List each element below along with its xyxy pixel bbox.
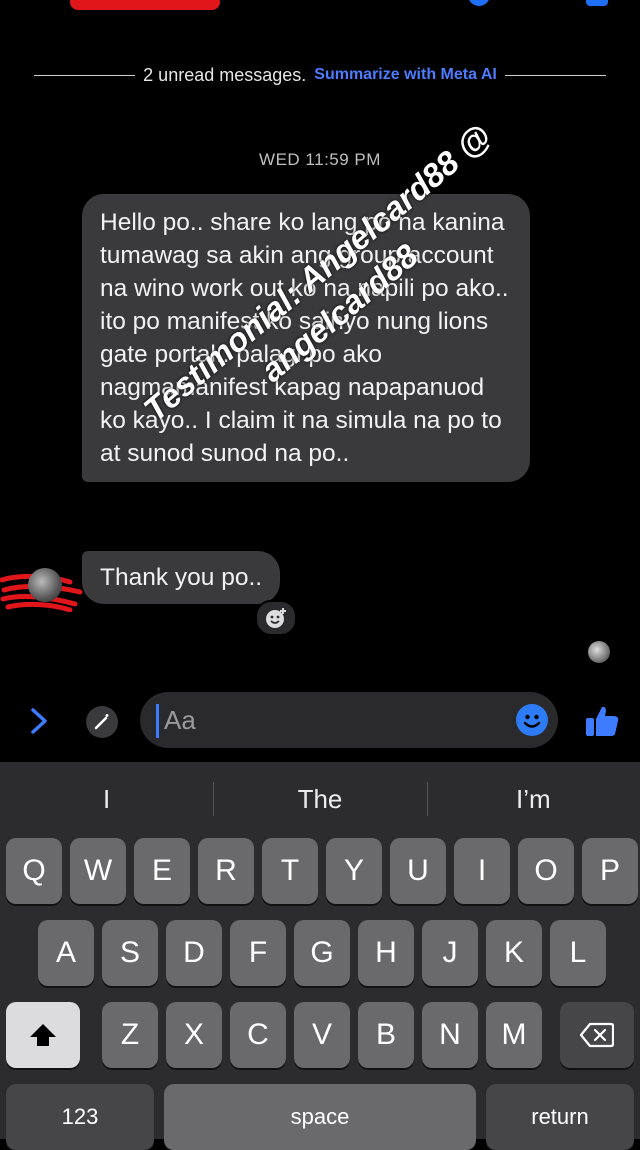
message-bubble[interactable]: Hello po.. share ko lang po na kanina tu… bbox=[82, 194, 530, 482]
key-t[interactable]: T bbox=[262, 838, 318, 904]
composer: Aa bbox=[0, 690, 640, 750]
key-s[interactable]: S bbox=[102, 920, 158, 986]
space-key[interactable]: space bbox=[164, 1084, 476, 1150]
key-v[interactable]: V bbox=[294, 1002, 350, 1068]
suggestion-item[interactable]: I bbox=[0, 762, 213, 836]
top-bar bbox=[0, 0, 640, 14]
keyboard: I The I’m 123 space return QWERTYUIOPASD… bbox=[0, 762, 640, 1150]
key-k[interactable]: K bbox=[486, 920, 542, 986]
message-input[interactable]: Aa bbox=[140, 692, 558, 748]
key-l[interactable]: L bbox=[550, 920, 606, 986]
magic-wand-icon[interactable] bbox=[86, 706, 118, 738]
add-reaction-icon[interactable] bbox=[255, 600, 297, 636]
divider-line bbox=[34, 74, 136, 76]
key-f[interactable]: F bbox=[230, 920, 286, 986]
key-w[interactable]: W bbox=[70, 838, 126, 904]
key-c[interactable]: C bbox=[230, 1002, 286, 1068]
suggestion-item[interactable]: I’m bbox=[426, 762, 640, 836]
unread-label: 2 unread messages. bbox=[143, 64, 307, 85]
read-receipt-avatar bbox=[588, 641, 610, 663]
chevron-right-icon[interactable] bbox=[26, 706, 52, 736]
suggestion-bar: I The I’m bbox=[0, 762, 640, 836]
backspace-icon bbox=[580, 1022, 614, 1048]
key-g[interactable]: G bbox=[294, 920, 350, 986]
key-o[interactable]: O bbox=[518, 838, 574, 904]
key-a[interactable]: A bbox=[38, 920, 94, 986]
thumbs-up-icon[interactable] bbox=[584, 704, 620, 738]
text-caret bbox=[156, 704, 159, 738]
suggestion-item[interactable]: The bbox=[213, 762, 426, 836]
key-z[interactable]: Z bbox=[102, 1002, 158, 1068]
key-d[interactable]: D bbox=[166, 920, 222, 986]
key-m[interactable]: M bbox=[486, 1002, 542, 1068]
message-input-placeholder: Aa bbox=[164, 705, 196, 735]
key-x[interactable]: X bbox=[166, 1002, 222, 1068]
key-y[interactable]: Y bbox=[326, 838, 382, 904]
phone-icon[interactable] bbox=[468, 0, 490, 6]
video-icon[interactable] bbox=[586, 0, 608, 6]
key-q[interactable]: Q bbox=[6, 838, 62, 904]
message-bubble[interactable]: Thank you po.. bbox=[82, 551, 281, 604]
key-r[interactable]: R bbox=[198, 838, 254, 904]
sender-avatar[interactable] bbox=[28, 568, 62, 602]
key-u[interactable]: U bbox=[390, 838, 446, 904]
unread-divider: 2 unread messages. Summarize with Meta A… bbox=[34, 62, 607, 88]
key-h[interactable]: H bbox=[358, 920, 414, 986]
numbers-key[interactable]: 123 bbox=[6, 1084, 154, 1150]
emoji-icon[interactable] bbox=[516, 704, 548, 736]
divider-line bbox=[504, 74, 607, 76]
key-e[interactable]: E bbox=[134, 838, 190, 904]
message-timestamp: WED 11:59 PM bbox=[259, 150, 381, 169]
return-key[interactable]: return bbox=[486, 1084, 634, 1150]
shift-key[interactable] bbox=[6, 1002, 80, 1068]
key-j[interactable]: J bbox=[422, 920, 478, 986]
key-p[interactable]: P bbox=[582, 838, 638, 904]
key-b[interactable]: B bbox=[358, 1002, 414, 1068]
redaction-scribble bbox=[70, 0, 220, 10]
key-i[interactable]: I bbox=[454, 838, 510, 904]
key-n[interactable]: N bbox=[422, 1002, 478, 1068]
shift-icon bbox=[30, 1024, 56, 1046]
backspace-key[interactable] bbox=[560, 1002, 634, 1068]
summarize-link[interactable]: Summarize with Meta AI bbox=[314, 66, 505, 84]
